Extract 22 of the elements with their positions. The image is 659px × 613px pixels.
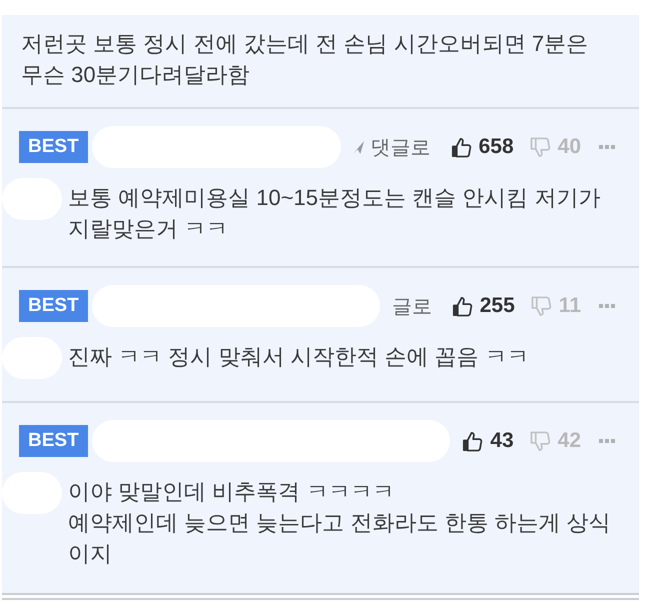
reply-link[interactable]: 글로 xyxy=(392,292,432,320)
comment-text: 진짜 ㅋㅋ 정시 맞춰서 시작한적 손에 꼽음 ㅋㅋ xyxy=(68,343,530,371)
more-icon[interactable] xyxy=(599,145,615,149)
comment-text: 저런곳 보통 정시 전에 갔는데 전 손님 시간오버되면 7분은 무슨 30분기다려달라함 xyxy=(21,30,590,89)
comment-text: 보통 예약제미용실 10~15분정도는 캔슬 안시킴 저기가 지랄맞은거 ㅋㅋ xyxy=(68,184,602,243)
comment-text: 이야 맞말인데 비추폭격 ㅋㅋㅋㅋ 예약제인데 늦으면 늦는다고 전화라도 한통 하는게 상식이지 xyxy=(68,478,612,568)
thumbs-up-icon xyxy=(452,296,473,316)
thumbs-up-icon xyxy=(462,430,484,452)
like-button[interactable]: 43 xyxy=(462,429,514,453)
like-button[interactable]: 658 xyxy=(450,135,514,159)
best-badge: BEST xyxy=(19,425,88,457)
arrow-icon xyxy=(352,140,364,154)
best-badge: BEST xyxy=(19,131,88,163)
thumbs-down-icon xyxy=(530,430,551,452)
thumbs-down-icon xyxy=(530,136,551,158)
more-icon[interactable] xyxy=(599,304,615,308)
like-button[interactable]: 255 xyxy=(452,294,515,318)
more-icon[interactable] xyxy=(599,439,615,443)
best-badge: BEST xyxy=(19,290,88,322)
thumbs-down-icon xyxy=(530,296,552,316)
thumbs-up-icon xyxy=(450,136,472,158)
reply-link[interactable]: 댓글로 xyxy=(352,134,431,160)
